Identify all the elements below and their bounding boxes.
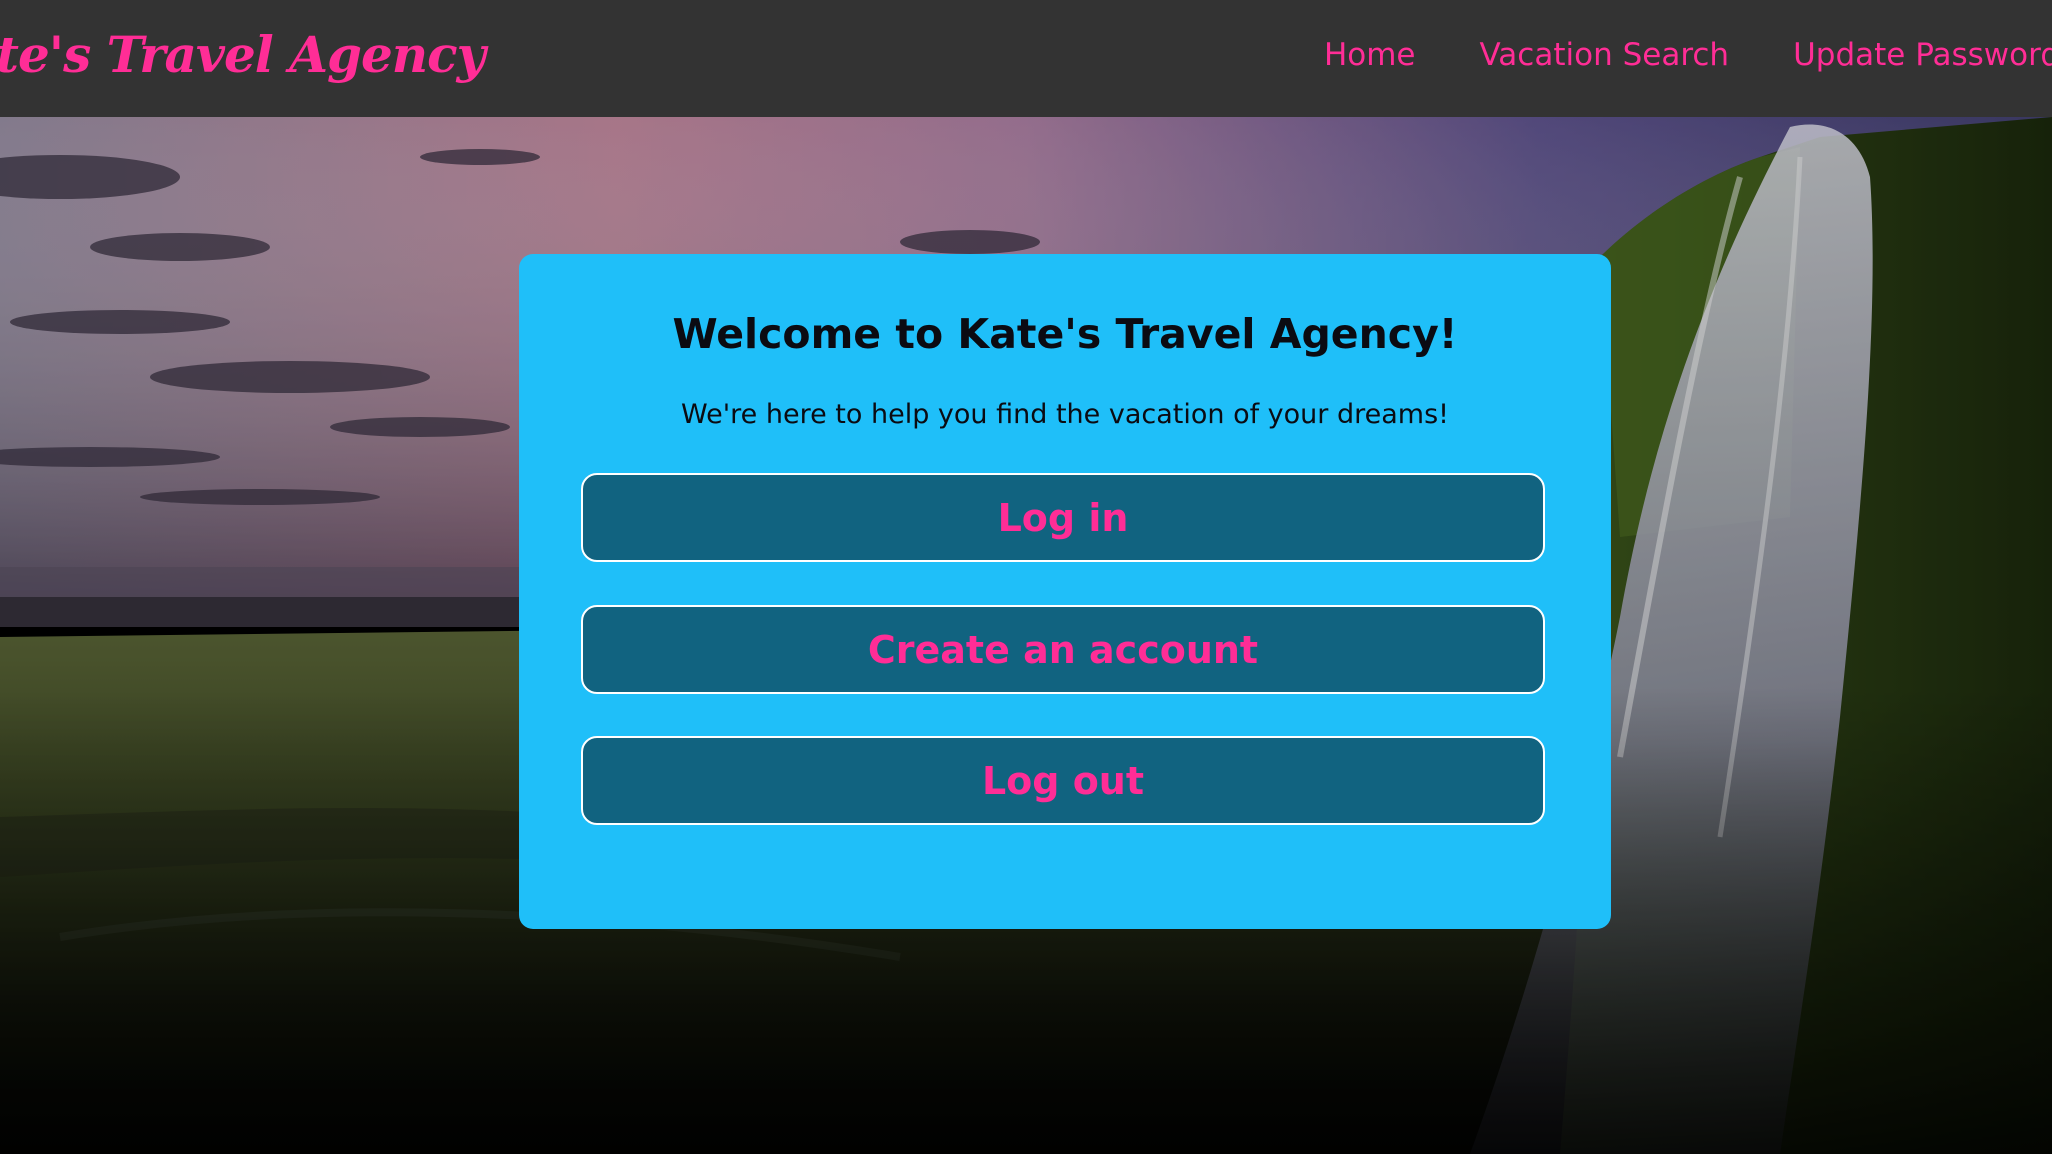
welcome-subtitle: We're here to help you find the vacation…: [681, 399, 1449, 430]
top-navbar: Kate's Travel Agency Home Vacation Searc…: [0, 0, 2052, 117]
logout-button[interactable]: Log out: [581, 736, 1545, 825]
nav-link-home[interactable]: Home: [1324, 37, 1416, 73]
nav-link-update-password[interactable]: Update Password: [1793, 37, 2052, 73]
welcome-title: Welcome to Kate's Travel Agency!: [672, 310, 1458, 358]
brand-logo-text[interactable]: Kate's Travel Agency: [0, 22, 486, 88]
create-account-button[interactable]: Create an account: [581, 605, 1545, 694]
welcome-card: Welcome to Kate's Travel Agency! We're h…: [519, 254, 1611, 929]
nav-links: Home Vacation Search Update Password: [1260, 30, 2052, 80]
login-button[interactable]: Log in: [581, 473, 1545, 562]
nav-link-vacation-search[interactable]: Vacation Search: [1480, 37, 1730, 73]
